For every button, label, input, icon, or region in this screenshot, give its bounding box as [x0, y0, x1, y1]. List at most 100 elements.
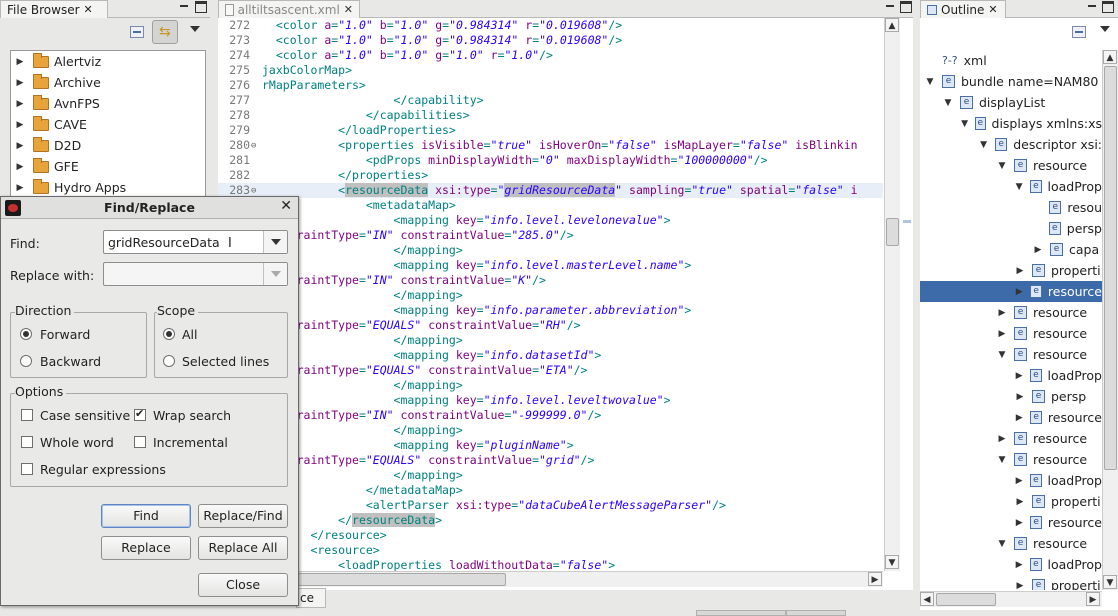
code-line[interactable]: </properties> — [262, 168, 428, 183]
collapse-all-icon[interactable] — [130, 26, 144, 38]
scroll-right-icon[interactable]: ▶ — [1086, 592, 1100, 606]
regex-label[interactable]: Regular expressions — [40, 462, 166, 477]
maximize-icon[interactable] — [900, 1, 912, 13]
view-menu-icon[interactable] — [190, 26, 200, 32]
expand-arrow-icon[interactable]: ▶ — [11, 120, 29, 130]
expand-arrow-icon[interactable]: ▶ — [1014, 287, 1024, 297]
bottom-tab[interactable]: ce — [296, 588, 326, 608]
expand-arrow-icon[interactable]: ▼ — [978, 140, 989, 150]
expand-arrow-icon[interactable]: ▼ — [996, 350, 1008, 360]
code-line[interactable]: <mapping key="info.level.leveltwovalue"> — [262, 393, 671, 408]
selected-lines-label[interactable]: Selected lines — [182, 354, 269, 369]
outline-item[interactable]: ▶ e resource — [920, 407, 1102, 428]
expand-arrow-icon[interactable]: ▶ — [1014, 581, 1026, 591]
expand-arrow-icon[interactable]: ▶ — [1014, 371, 1024, 381]
code-line[interactable]: <alertParser xsi:type="dataCubeAlertMess… — [262, 498, 726, 513]
case-sensitive-checkbox[interactable] — [21, 409, 33, 421]
code-line[interactable]: <mapping key="pluginName"> — [262, 438, 574, 453]
replace-button[interactable]: Replace — [101, 536, 191, 560]
link-with-editor-button[interactable]: ⇆ — [152, 20, 178, 44]
backward-radio[interactable] — [20, 355, 32, 367]
tab-alltiltsascent[interactable]: alltiltsascent.xml ✕ — [218, 0, 360, 18]
outline-item[interactable]: ▶ e properti — [920, 575, 1102, 590]
outline-item[interactable]: ▼ e resource — [920, 344, 1102, 365]
outline-item[interactable]: ▶ e resource — [920, 428, 1102, 449]
code-line[interactable]: </capabilities> — [262, 108, 470, 123]
code-line[interactable]: constraintType="IN" constraintValue="285… — [262, 228, 574, 243]
outline-item[interactable]: ▼ e displayList — [920, 92, 1102, 113]
code-line[interactable]: <mapping key="info.parameter.abbreviatio… — [262, 303, 692, 318]
outline-item[interactable]: e resou — [920, 197, 1102, 218]
outline-vertical-scrollbar[interactable]: ▲ ▼ — [1102, 50, 1118, 590]
tab-file-browser[interactable]: File Browser ✕ — [0, 0, 108, 18]
scroll-up-icon[interactable]: ▲ — [1103, 50, 1117, 64]
expand-arrow-icon[interactable]: ▶ — [11, 57, 29, 67]
replace-combo[interactable] — [103, 262, 288, 286]
expand-arrow-icon[interactable]: ▶ — [1014, 392, 1026, 402]
incremental-label[interactable]: Incremental — [153, 435, 228, 450]
collapse-all-icon[interactable] — [1072, 26, 1086, 38]
code-line[interactable]: <mapping key="info.datasetId"> — [262, 348, 602, 363]
find-input[interactable]: gridResourceData — [108, 235, 220, 250]
code-line[interactable]: </capability> — [262, 93, 484, 108]
file-tree-item[interactable]: ▶ Hydro Apps — [11, 177, 205, 198]
expand-arrow-icon[interactable]: ▶ — [996, 308, 1008, 318]
incremental-checkbox[interactable] — [134, 436, 146, 448]
expand-arrow-icon[interactable]: ▶ — [1014, 560, 1024, 570]
code-line[interactable]: <color a="1.0" b="1.0" g="0.984314" r="0… — [262, 33, 622, 48]
expand-arrow-icon[interactable]: ▶ — [11, 141, 29, 151]
scroll-down-icon[interactable]: ▼ — [885, 555, 899, 569]
replace-find-button[interactable]: Replace/Find — [198, 504, 288, 528]
code-line[interactable]: constraintType="IN" constraintValue="K"/… — [262, 273, 546, 288]
forward-radio[interactable] — [20, 328, 32, 340]
whole-word-checkbox[interactable] — [21, 436, 33, 448]
outline-item[interactable]: ▶ e loadProp — [920, 554, 1102, 575]
expand-arrow-icon[interactable]: ▶ — [1014, 476, 1024, 486]
expand-arrow-icon[interactable]: ▼ — [996, 161, 1008, 171]
outline-item[interactable]: ?-? xml — [920, 50, 1102, 71]
fold-icon[interactable]: ⊖ — [251, 186, 256, 196]
find-combo[interactable]: gridResourceData I — [103, 230, 288, 254]
expand-arrow-icon[interactable]: ▼ — [996, 455, 1008, 465]
expand-arrow-icon[interactable]: ▼ — [1014, 182, 1024, 192]
minimize-icon[interactable] — [1086, 1, 1098, 13]
scroll-thumb[interactable] — [1104, 66, 1117, 470]
expand-arrow-icon[interactable]: ▶ — [1014, 518, 1024, 528]
view-menu-icon[interactable] — [1100, 26, 1110, 32]
backward-label[interactable]: Backward — [40, 354, 101, 369]
expand-arrow-icon[interactable]: ▶ — [11, 99, 29, 109]
scroll-thumb[interactable] — [936, 593, 996, 606]
outline-item[interactable]: ▼ e resource — [920, 533, 1102, 554]
outline-item[interactable]: ▶ e resource — [920, 281, 1102, 302]
file-tree-item[interactable]: ▶ D2D — [11, 135, 205, 156]
outline-horizontal-scrollbar[interactable]: ◀ ▶ — [920, 591, 1102, 607]
find-dropdown-icon[interactable] — [263, 231, 287, 253]
file-tree-item[interactable]: ▶ Archive — [11, 72, 205, 93]
expand-arrow-icon[interactable]: ▶ — [996, 434, 1008, 444]
code-line[interactable]: <pdProps minDisplayWidth="0" maxDisplayW… — [262, 153, 768, 168]
code-line[interactable]: <loadProperties loadWithoutData="false"> — [262, 558, 615, 571]
code-line[interactable]: <mapping key="info.level.levelonevalue"> — [262, 213, 671, 228]
outline-item[interactable]: ▶ e loadProp — [920, 470, 1102, 491]
expand-arrow-icon[interactable]: ▶ — [11, 183, 29, 193]
code-line[interactable]: constraintType="EQUALS" constraintValue=… — [262, 318, 581, 333]
code-line[interactable]: constraintType="EQUALS" constraintValue=… — [262, 453, 594, 468]
scroll-up-icon[interactable]: ▲ — [885, 18, 899, 32]
close-icon[interactable]: ✕ — [280, 198, 292, 214]
expand-arrow-icon[interactable]: ▶ — [1014, 413, 1024, 423]
case-sensitive-label[interactable]: Case sensitive — [40, 408, 130, 423]
file-tree-item[interactable]: ▶ GFE — [11, 156, 205, 177]
code-line[interactable]: <properties isVisible="true" isHoverOn="… — [262, 138, 857, 153]
outline-item[interactable]: ▶ e properti — [920, 491, 1102, 512]
outline-item[interactable]: ▶ e resource — [920, 323, 1102, 344]
scroll-right-icon[interactable]: ▶ — [868, 572, 882, 586]
outline-item[interactable]: ▼ e displays xmlns:xs — [920, 113, 1102, 134]
outline-item[interactable]: ▼ e descriptor xsi: — [920, 134, 1102, 155]
outline-item[interactable]: ▶ e resource — [920, 512, 1102, 533]
dialog-titlebar[interactable]: Find/Replace ✕ — [1, 197, 298, 219]
scope-all-label[interactable]: All — [182, 327, 198, 342]
whole-word-label[interactable]: Whole word — [40, 435, 114, 450]
code-line[interactable]: <color a="1.0" b="1.0" g="0.984314" r="0… — [262, 18, 622, 33]
outline-item[interactable]: ▼ e loadProp — [920, 176, 1102, 197]
expand-arrow-icon[interactable]: ▶ — [1014, 266, 1026, 276]
